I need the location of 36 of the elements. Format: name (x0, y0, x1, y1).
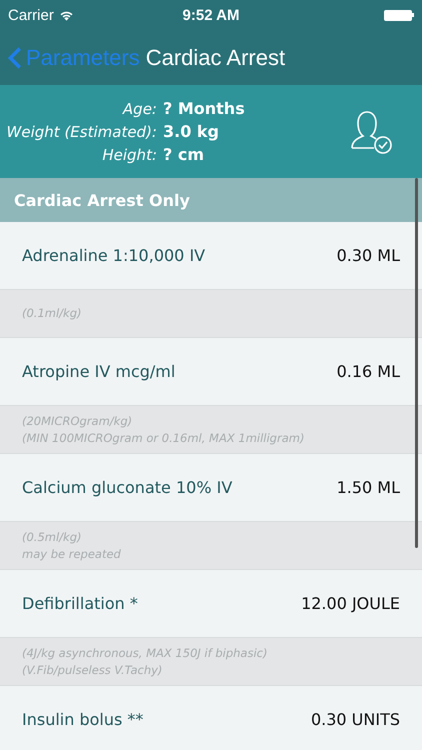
dosage-note: (MIN 100MICROgram or 0.16ml, MAX 1milligram) (22, 430, 306, 446)
dosage-note: (V.Fib/pulseless V.Tachy) (22, 662, 164, 678)
dosage-note: (0.1ml/kg) (22, 305, 82, 322)
dosage-note: (4J/kg asynchronous, MAX 150J if biphasic) (22, 644, 268, 662)
field-label: Height: (101, 146, 157, 164)
drug-row[interactable]: Calcium gluconate 10% IV 1.50 ML (0, 454, 422, 522)
drug-row[interactable]: Defibrillation * 12.00 JOULE (0, 570, 422, 638)
field-label: Age: (121, 100, 157, 118)
chevron-icon (8, 46, 22, 70)
drug-dose: 1.50 ML (336, 478, 400, 497)
user-check-icon[interactable] (350, 110, 394, 154)
drug-name: Atropine IV mcg/ml (22, 362, 176, 381)
drug-name: Calcium gluconate 10% IV (22, 478, 232, 497)
screen-title: Cardiac Arrest (146, 44, 286, 70)
drug-row[interactable]: Adrenaline 1:10,000 IV 0.30 ML (0, 222, 422, 290)
drug-dose: 0.30 UNITS (310, 710, 400, 729)
dosage-note: may be repeated (22, 546, 122, 562)
drug-dose: 0.16 ML (336, 362, 400, 381)
section-header: Cardiac Arrest Only (0, 178, 422, 222)
field-value: ? cm (163, 145, 206, 164)
drug-name: Adrenaline 1:10,000 IV (22, 246, 206, 265)
dosage-note: (0.5ml/kg) (22, 528, 82, 546)
field-value: 3.0 kg (163, 122, 220, 141)
dosage-note: (20MICROgram/kg) (22, 412, 134, 430)
carrier-name: Carrier (8, 6, 54, 24)
battery-icon (384, 10, 414, 20)
wifi-icon (58, 9, 74, 21)
drug-dose: 12.00 JOULE (301, 594, 400, 613)
drug-dose: 0.30 ML (336, 246, 400, 265)
drug-row[interactable]: Atropine IV mcg/ml 0.16 ML (0, 338, 422, 406)
clock-time: 9:52 AM (182, 6, 240, 24)
drug-row[interactable]: Insulin bolus ** 0.30 UNITS (0, 686, 422, 750)
drug-name: Insulin bolus ** (22, 710, 144, 729)
field-label: Weight (Estimated): (6, 123, 157, 141)
drug-name: Defibrillation * (22, 594, 138, 613)
field-value: ? Months (163, 99, 246, 118)
